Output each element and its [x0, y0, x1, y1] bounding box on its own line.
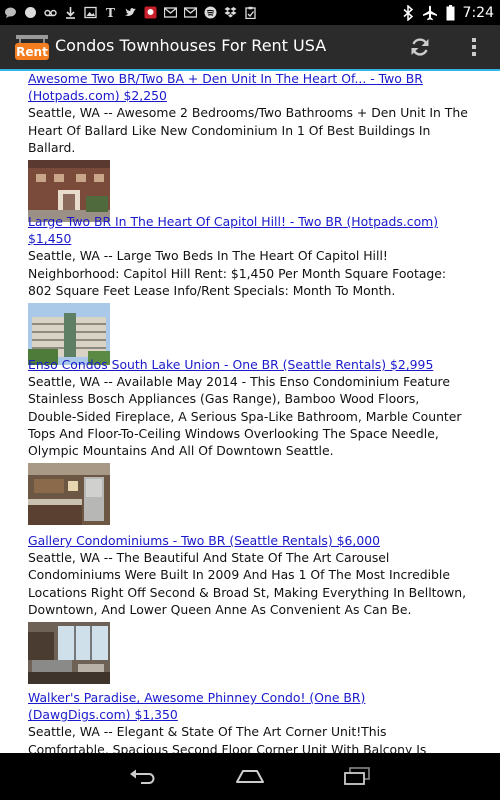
- listing-title-link[interactable]: Large Two BR In The Heart Of Capitol Hil…: [28, 213, 468, 247]
- listing-description: Seattle, WA -- Elegant & State Of The Ar…: [28, 724, 427, 753]
- voicemail-icon: [44, 9, 57, 17]
- system-navigation-bar: [0, 753, 500, 800]
- gmail-icon: [184, 7, 197, 18]
- system-indicators: 7:24: [403, 3, 494, 22]
- notification-icons: T: [4, 4, 257, 21]
- recent-apps-icon: [344, 767, 370, 785]
- home-icon: [236, 770, 264, 783]
- listing-description: Seattle, WA -- Available May 2014 - This…: [28, 374, 462, 459]
- listing-title-link[interactable]: Awesome Two BR/Two BA + Den Unit In The …: [28, 71, 468, 104]
- listing-title-link[interactable]: Gallery Condominiums - Two BR (Seattle R…: [28, 532, 468, 549]
- battery-icon: [446, 4, 455, 20]
- clipboard-icon: [245, 6, 256, 19]
- listing-thumbnail[interactable]: [28, 463, 110, 526]
- listing-item: Large Two BR In The Heart Of Capitol Hil…: [28, 213, 468, 366]
- svg-text:T: T: [106, 6, 115, 19]
- action-bar: Rent Condos Townhouses For Rent USA: [0, 25, 500, 71]
- nyt-icon: T: [106, 6, 115, 19]
- listing-description: Seattle, WA -- Awesome 2 Bedrooms/Two Ba…: [28, 105, 468, 155]
- twitter-icon: [125, 8, 136, 16]
- clock: 7:24: [462, 4, 494, 21]
- chat-icon: [5, 7, 16, 18]
- logo-text: Rent: [16, 45, 48, 59]
- refresh-button[interactable]: [404, 31, 436, 63]
- refresh-icon: [411, 38, 429, 56]
- listing-thumbnail[interactable]: [28, 622, 110, 685]
- download-icon: [66, 7, 75, 19]
- recent-apps-button[interactable]: [335, 761, 379, 791]
- listing-item: Gallery Condominiums - Two BR (Seattle R…: [28, 532, 468, 685]
- listing-description: Seattle, WA -- Large Two Beds In The Hea…: [28, 248, 447, 298]
- home-button[interactable]: [228, 761, 272, 791]
- bluetooth-icon: [403, 4, 413, 21]
- rent-logo-icon: Rent: [15, 35, 49, 60]
- listing-title-link[interactable]: Walker's Paradise, Awesome Phinney Condo…: [28, 689, 468, 723]
- back-icon: [130, 769, 155, 784]
- listing-title-link[interactable]: Enso Condos South Lake Union - One BR (S…: [28, 356, 468, 373]
- listing-item: Walker's Paradise, Awesome Phinney Condo…: [28, 690, 468, 753]
- app-icon: [144, 6, 157, 19]
- airplane-icon: [422, 5, 437, 20]
- listing-description: Seattle, WA -- The Beautiful And State O…: [28, 550, 467, 617]
- dropbox-icon: [224, 7, 237, 18]
- gmail-icon: [164, 7, 177, 18]
- listing-item: Enso Condos South Lake Union - One BR (S…: [28, 356, 468, 526]
- status-bar: T 7:24: [0, 0, 500, 25]
- back-button[interactable]: [122, 761, 166, 791]
- image-icon: [84, 6, 97, 19]
- overflow-menu-button[interactable]: [460, 31, 488, 63]
- spotify-icon: [204, 6, 217, 19]
- listing-item: Awesome Two BR/Two BA + Den Unit In The …: [28, 71, 468, 223]
- overflow-menu-icon: [472, 38, 476, 56]
- app-title: Condos Townhouses For Rent USA: [55, 36, 327, 55]
- listing-feed[interactable]: Awesome Two BR/Two BA + Den Unit In The …: [0, 71, 500, 753]
- circle-icon: [25, 7, 36, 18]
